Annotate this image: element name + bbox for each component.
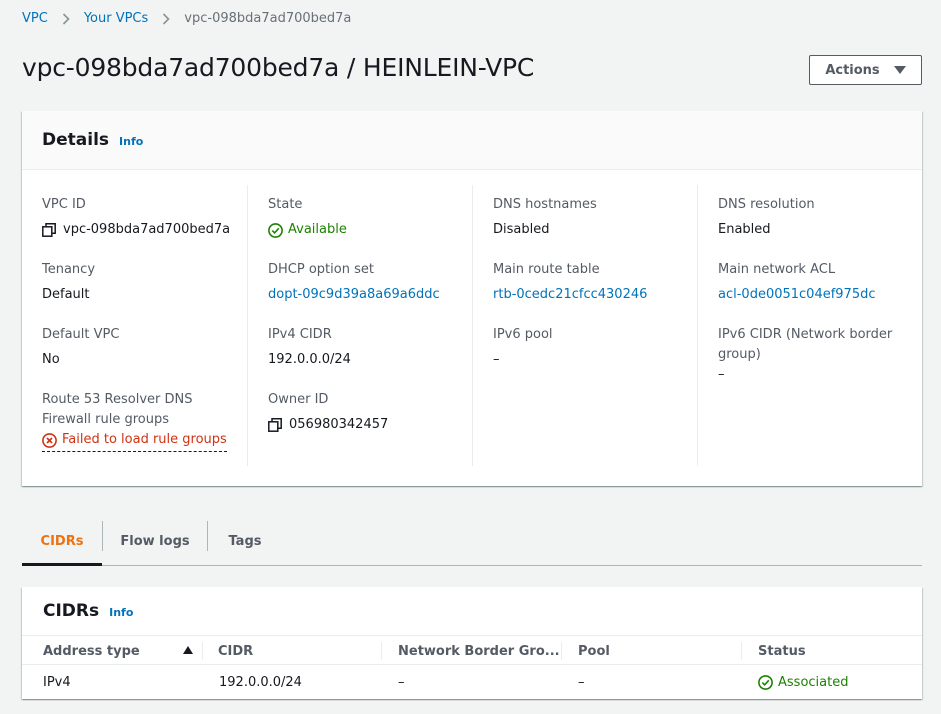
default-vpc-value: No xyxy=(42,352,60,367)
details-grid: VPC ID vpc-098bda7ad700bed7a Tenancy Def… xyxy=(22,185,922,466)
details-column-2: State Available DHCP option set dopt-09c… xyxy=(248,185,473,466)
actions-button[interactable]: Actions xyxy=(809,55,922,85)
details-panel: Details Info VPC ID vpc-098bda7ad700bed7… xyxy=(22,111,922,486)
actions-button-label: Actions xyxy=(825,62,880,78)
field-ipv4-cidr: IPv4 CIDR 192.0.0.0/24 xyxy=(268,325,468,370)
field-label: Main network ACL xyxy=(718,262,836,277)
tab-bar: CIDRs Flow logs Tags xyxy=(22,517,922,566)
field-label: Default VPC xyxy=(42,327,120,342)
field-vpc-id: VPC ID vpc-098bda7ad700bed7a xyxy=(42,195,242,240)
state-value: Available xyxy=(268,220,468,240)
dhcp-option-set-link[interactable]: dopt-09c9d39a8a69a6ddc xyxy=(268,285,468,305)
details-header: Details Info xyxy=(22,111,922,170)
vpc-id-value: vpc-098bda7ad700bed7a xyxy=(63,222,231,237)
details-column-4: DNS resolution Enabled Main network ACL … xyxy=(698,185,922,466)
dns-hostnames-value: Disabled xyxy=(493,222,550,237)
field-main-network-acl: Main network ACL acl-0de0051c04ef975dc xyxy=(718,260,918,305)
field-owner-id: Owner ID 056980342457 xyxy=(268,390,468,435)
field-label: IPv4 CIDR xyxy=(268,327,332,342)
main-route-table-link[interactable]: rtb-0cedc21cfcc430246 xyxy=(493,285,693,305)
column-header-label: Address type xyxy=(43,643,140,659)
table-header: Address type CIDR Network Border Gro... … xyxy=(22,635,922,665)
column-header-status[interactable]: Status xyxy=(742,636,922,666)
copy-icon[interactable] xyxy=(268,418,282,432)
field-label: DHCP option set xyxy=(268,262,374,277)
details-title: Details xyxy=(42,130,110,150)
field-label: Main route table xyxy=(493,262,600,277)
check-circle-icon xyxy=(758,675,773,690)
field-ipv6-cidr: IPv6 CIDR (Network border group) – xyxy=(718,325,903,385)
field-dns-hostnames: DNS hostnames Disabled xyxy=(493,195,693,240)
ipv6-cidr-value: – xyxy=(718,367,725,382)
field-label: Tenancy xyxy=(42,262,96,277)
field-label: Route 53 Resolver DNS Firewall rule grou… xyxy=(42,392,193,427)
field-value: vpc-098bda7ad700bed7a xyxy=(42,220,242,240)
field-label: DNS resolution xyxy=(718,197,815,212)
state-text: Available xyxy=(288,222,347,237)
field-ipv6-pool: IPv6 pool – xyxy=(493,325,693,370)
field-label: Owner ID xyxy=(268,392,329,407)
cell-address-type: IPv4 xyxy=(43,675,71,690)
tab-flow-logs[interactable]: Flow logs xyxy=(103,517,207,565)
column-header-network-border-group[interactable]: Network Border Gro... xyxy=(382,636,562,666)
cell-pool: – xyxy=(578,675,585,690)
field-tenancy: Tenancy Default xyxy=(42,260,242,305)
cell-status: Associated xyxy=(742,666,848,699)
field-value: 056980342457 xyxy=(268,415,468,435)
dns-resolution-value: Enabled xyxy=(718,222,771,237)
breadcrumb-vpc-link[interactable]: VPC xyxy=(22,11,48,26)
status-text: Associated xyxy=(778,675,849,690)
tenancy-value: Default xyxy=(42,287,90,302)
details-column-3: DNS hostnames Disabled Main route table … xyxy=(473,185,698,466)
ipv6-pool-value: – xyxy=(493,352,500,367)
field-dns-resolution: DNS resolution Enabled xyxy=(718,195,918,240)
column-header-cidr[interactable]: CIDR xyxy=(202,636,382,666)
cell-cidr: 192.0.0.0/24 xyxy=(219,675,302,690)
details-column-1: VPC ID vpc-098bda7ad700bed7a Tenancy Def… xyxy=(22,185,248,466)
error-icon xyxy=(42,432,57,448)
field-dhcp: DHCP option set dopt-09c9d39a8a69a6ddc xyxy=(268,260,468,305)
field-label: IPv6 CIDR (Network border group) xyxy=(718,327,893,362)
field-default-vpc: Default VPC No xyxy=(42,325,242,370)
cidrs-header: CIDRs Info xyxy=(22,587,922,635)
chevron-right-icon xyxy=(162,12,170,25)
table-row[interactable]: IPv4 192.0.0.0/24 – – Associated xyxy=(22,666,922,699)
breadcrumb-current: vpc-098bda7ad700bed7a xyxy=(184,11,352,26)
chevron-right-icon xyxy=(62,12,70,25)
field-label: VPC ID xyxy=(42,197,86,212)
check-circle-icon xyxy=(268,222,283,238)
caret-down-icon xyxy=(893,66,906,74)
cidrs-title: CIDRs xyxy=(43,601,100,621)
route53-error[interactable]: Failed to load rule groups xyxy=(42,430,227,452)
cidrs-panel: CIDRs Info Address type CIDR Network Bor… xyxy=(22,587,922,699)
field-main-route-table: Main route table rtb-0cedc21cfcc430246 xyxy=(493,260,693,305)
column-header-address-type[interactable]: Address type xyxy=(27,636,202,666)
ipv4-cidr-value: 192.0.0.0/24 xyxy=(268,352,351,367)
breadcrumb-your-vpcs-link[interactable]: Your VPCs xyxy=(84,11,148,26)
field-label: State xyxy=(268,197,303,212)
copy-icon[interactable] xyxy=(42,223,56,237)
cell-network-border-group: – xyxy=(398,675,405,690)
cidrs-info-link[interactable]: Info xyxy=(109,606,133,619)
tab-cidrs[interactable]: CIDRs xyxy=(22,517,102,566)
field-state: State Available xyxy=(268,195,468,240)
field-label: IPv6 pool xyxy=(493,327,553,342)
column-header-pool[interactable]: Pool xyxy=(562,636,742,666)
details-info-link[interactable]: Info xyxy=(119,135,143,148)
owner-id-value: 056980342457 xyxy=(289,417,389,432)
field-label: DNS hostnames xyxy=(493,197,597,212)
page-title: vpc-098bda7ad700bed7a / HEINLEIN-VPC xyxy=(22,53,535,82)
route53-error-text: Failed to load rule groups xyxy=(62,432,227,447)
breadcrumb: VPC Your VPCs vpc-098bda7ad700bed7a xyxy=(22,11,351,26)
main-network-acl-link[interactable]: acl-0de0051c04ef975dc xyxy=(718,285,918,305)
field-route53: Route 53 Resolver DNS Firewall rule grou… xyxy=(42,390,232,452)
sort-ascending-icon xyxy=(183,646,193,654)
tab-tags[interactable]: Tags xyxy=(208,517,282,565)
